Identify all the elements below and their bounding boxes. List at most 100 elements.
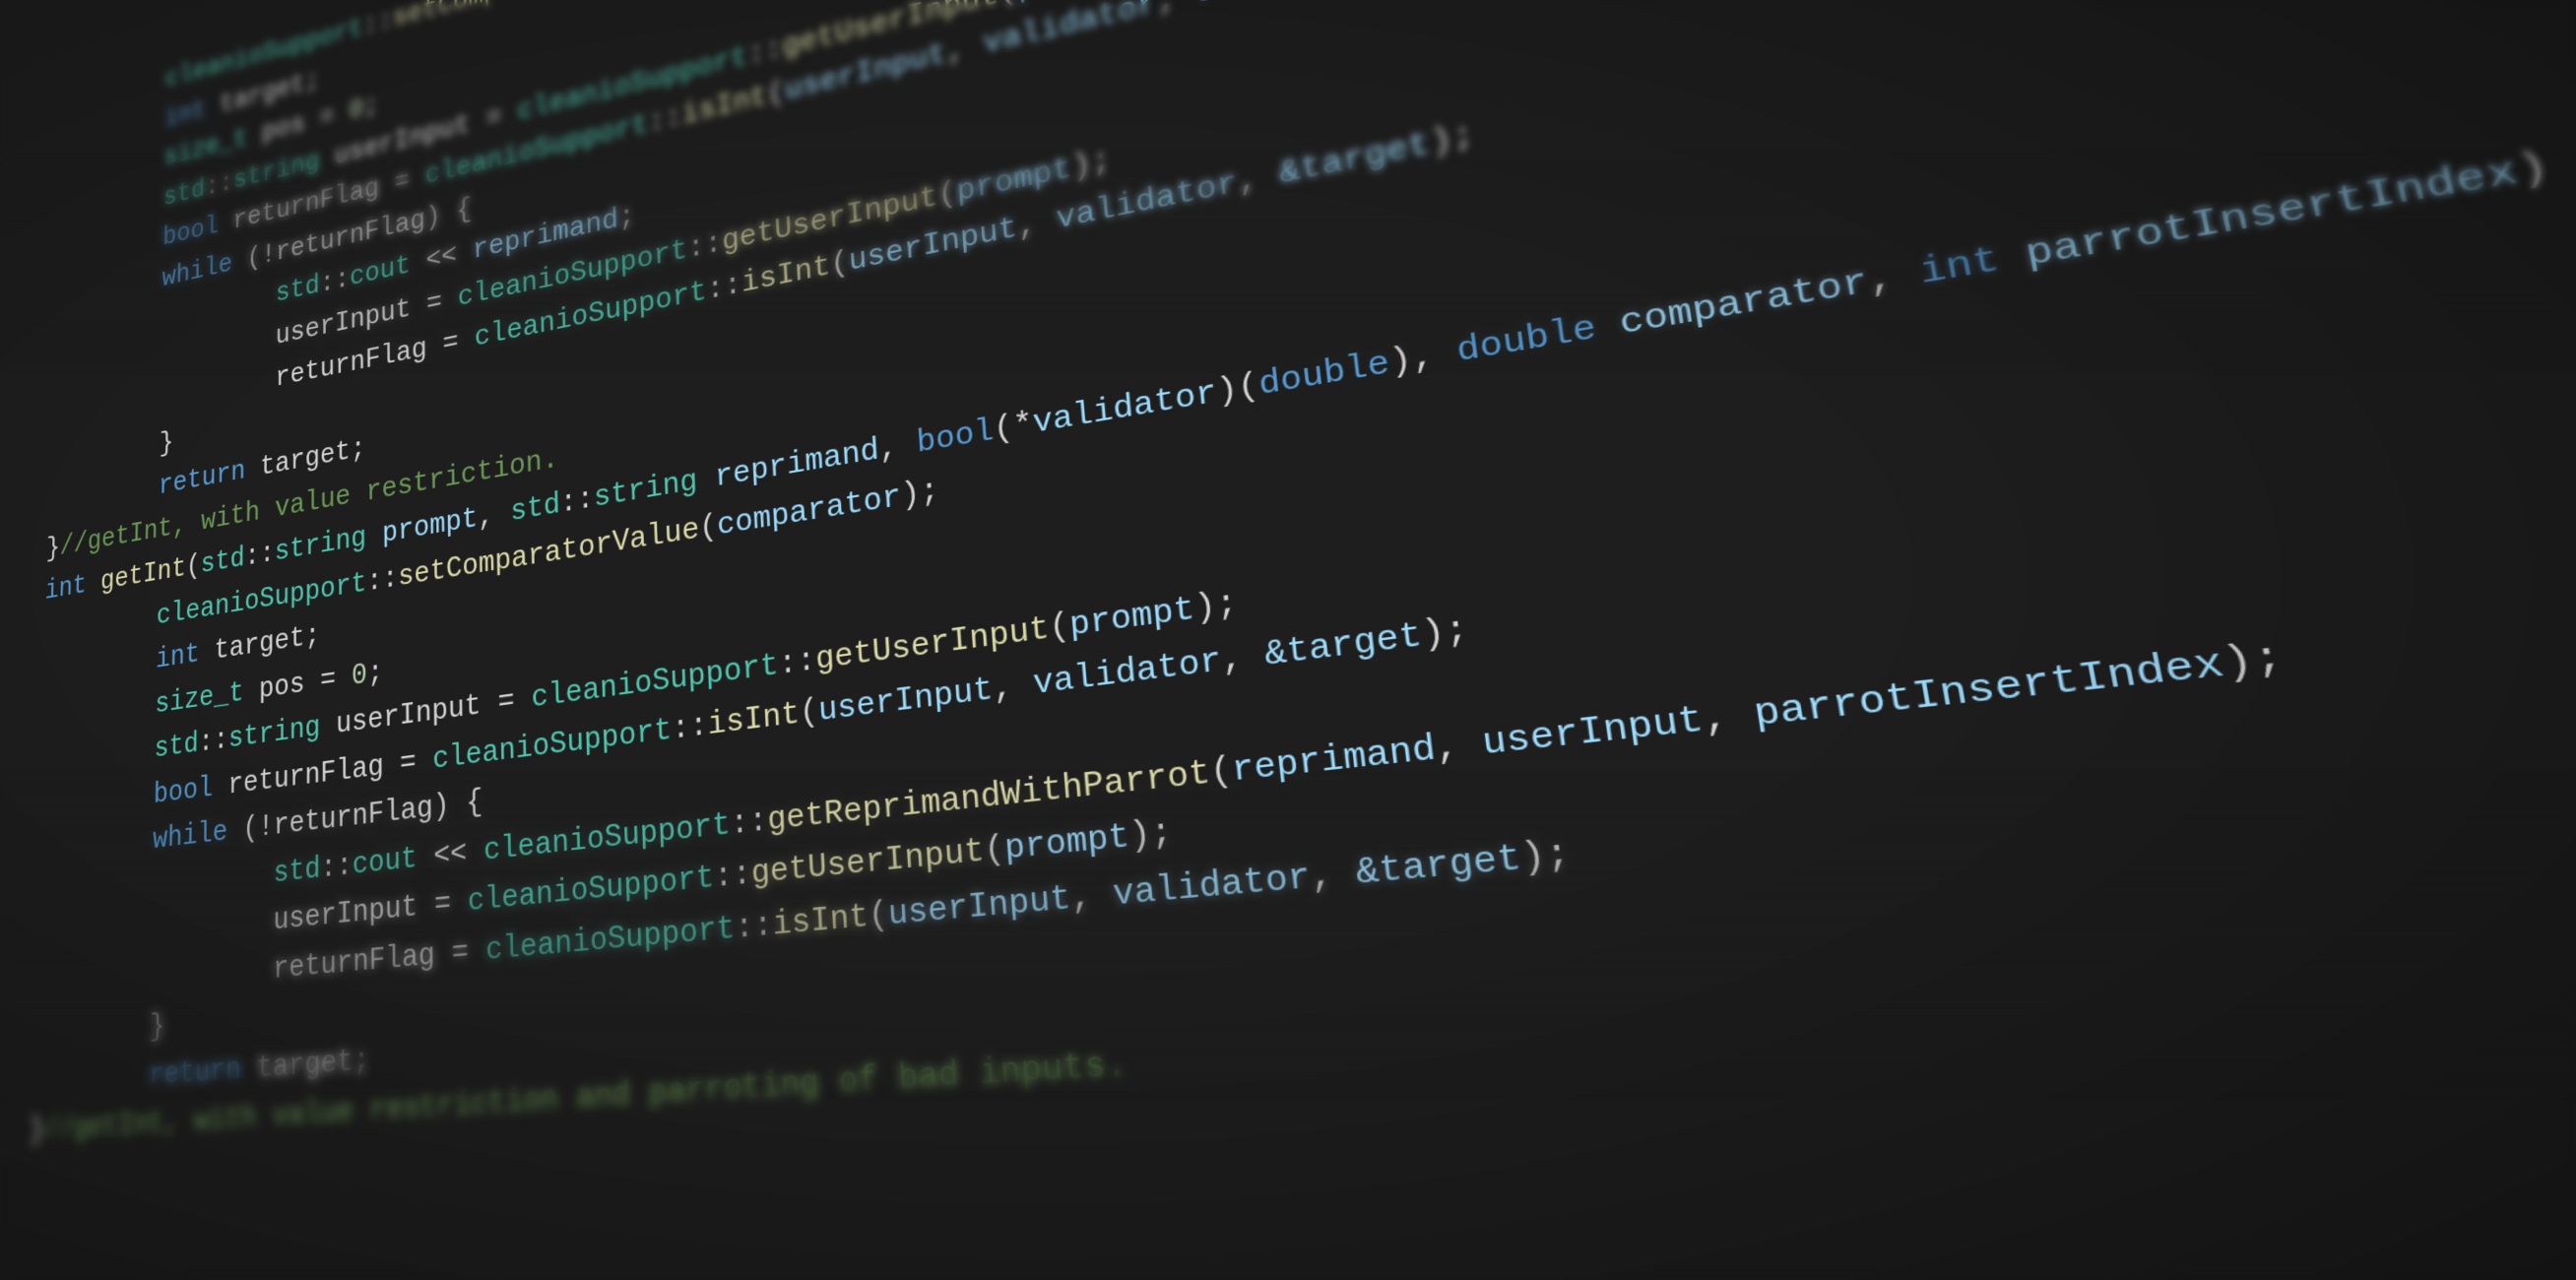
token-pun: , — [478, 496, 511, 536]
token-pun: , — [1155, 0, 1198, 22]
token-pun: } — [30, 1114, 45, 1149]
token-pun: , — [1309, 853, 1359, 899]
token-var: &target — [1262, 615, 1424, 675]
token-pun: :: — [706, 268, 742, 308]
token-type: std — [510, 487, 560, 530]
token-type: string — [228, 711, 321, 757]
indent — [37, 824, 154, 870]
token-var: prompt — [1003, 817, 1131, 869]
token-pun: ; — [367, 656, 383, 692]
token-pun: , — [1016, 203, 1058, 246]
token-type: std — [274, 852, 321, 891]
token-pun: :: — [320, 263, 350, 300]
token-pun: ; — [617, 200, 635, 236]
token-pun: )( — [1215, 367, 1261, 413]
token-pun: ); — [1070, 143, 1113, 186]
token-plain: pos — [244, 665, 321, 709]
token-pun: :: — [648, 100, 682, 140]
token-pun: ( — [799, 693, 819, 733]
token-pun: :: — [366, 561, 398, 600]
token-pun: , — [1069, 875, 1115, 920]
token-pun: :: — [205, 167, 233, 204]
token-op: = — [442, 326, 459, 361]
token-pun: :: — [713, 856, 751, 897]
token-var: prompt — [1068, 591, 1197, 646]
token-plain — [697, 461, 716, 498]
token-kw: return — [149, 1052, 241, 1094]
token-pun: } — [45, 532, 60, 565]
token-pun: , — [1700, 693, 1758, 742]
token-kw: bool — [916, 414, 996, 463]
token-pun: :: — [198, 724, 228, 761]
token-pun: (* — [993, 407, 1035, 450]
token-pun: ( — [998, 0, 1019, 12]
token-pun: ( — [186, 549, 201, 584]
token-plain — [410, 161, 425, 196]
token-pun: } — [150, 1009, 165, 1046]
token-num: 0 — [352, 658, 367, 694]
token-type: std — [276, 270, 320, 310]
token-pun: ); — [1127, 813, 1174, 859]
token-pun: ( — [868, 896, 889, 937]
token-fn: isInt — [707, 695, 801, 743]
token-plain — [514, 681, 532, 719]
token-op: = — [452, 934, 470, 973]
token-pun: :: — [671, 707, 708, 748]
token-pun: ); — [1428, 117, 1477, 163]
indent — [32, 1011, 150, 1056]
token-pun: , — [992, 666, 1035, 709]
token-pun: , — [878, 426, 919, 469]
token-type: std — [163, 174, 206, 214]
token-type: cout — [350, 250, 411, 294]
token-kw: int — [44, 569, 87, 608]
editor-stage: cleanioSupport::setComparatorValue(compa… — [0, 0, 2576, 1280]
token-var: validator — [1112, 857, 1313, 916]
token-pun: ( — [829, 246, 850, 284]
token-type: size_t — [155, 675, 244, 721]
token-pun: ), — [1387, 334, 1459, 384]
token-op: = — [320, 101, 335, 135]
token-pun: ( — [698, 509, 718, 547]
token-fn: getInt — [100, 552, 187, 599]
token-op: = — [394, 165, 410, 200]
token-op: << — [418, 834, 484, 877]
token-pun: ); — [900, 473, 940, 515]
token-op: = — [485, 100, 502, 135]
token-plain — [451, 884, 469, 922]
token-pun: ; — [363, 90, 378, 123]
token-plain: returnFlag — [273, 935, 452, 988]
token-op: = — [320, 663, 336, 698]
token-var: userInput — [887, 879, 1072, 935]
token-pun: :: — [730, 802, 768, 844]
token-kw: int — [1916, 240, 2003, 295]
token-type: std — [154, 728, 198, 767]
token-plain — [86, 567, 100, 601]
token-pun: ); — [1420, 609, 1471, 657]
token-plain: userInput — [273, 888, 434, 939]
token-pun: ); — [1192, 585, 1239, 630]
token-kw: while — [153, 815, 227, 858]
token-plain — [416, 742, 432, 780]
token-pun: , — [1865, 253, 1924, 303]
token-num: 0 — [349, 94, 363, 127]
token-kw: bool — [154, 771, 214, 812]
token-type: cout — [353, 841, 418, 883]
token-kw: bool — [162, 211, 219, 253]
token-kw: int — [164, 95, 206, 134]
token-plain — [501, 97, 518, 132]
token-pun: :: — [320, 848, 352, 886]
token-pun: , — [1219, 636, 1266, 681]
token-pun: :: — [363, 5, 393, 42]
token-kw: int — [156, 638, 200, 677]
token-pun: :: — [686, 226, 722, 267]
token-pun: ) { — [2512, 135, 2576, 196]
code-editor-surface[interactable]: cleanioSupport::setComparatorValue(compa… — [29, 0, 2576, 1156]
token-pun: ); — [2219, 635, 2287, 688]
token-pun: , — [945, 29, 985, 71]
token-op: = — [426, 286, 442, 321]
token-fn: isInt — [772, 897, 870, 944]
token-pun: , — [1433, 723, 1485, 770]
token-pun: ); — [1518, 833, 1573, 881]
token-var: &target — [1354, 837, 1524, 894]
token-plain — [334, 97, 349, 131]
